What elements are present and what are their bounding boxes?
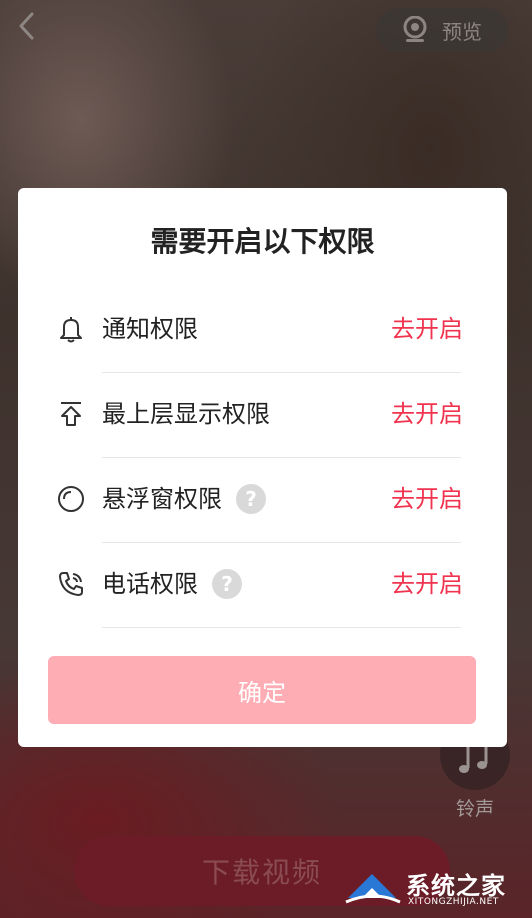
help-icon[interactable]: ? — [212, 569, 242, 599]
chevron-left-icon — [19, 12, 34, 40]
confirm-button[interactable]: 确定 — [48, 656, 476, 724]
watermark-subtext: XITONGZHIJIA.NET — [408, 897, 499, 907]
permission-dialog: 需要开启以下权限 通知权限 去开启 最上层显示权限 去开启 悬浮窗权限 ? 去开… — [18, 188, 507, 747]
permission-label-text: 最上层显示权限 — [102, 400, 270, 428]
permission-label-text: 悬浮窗权限 — [102, 485, 222, 513]
permission-label-text: 电话权限 — [102, 570, 198, 598]
watermark: 系统之家 XITONGZHIJIA.NET — [344, 864, 524, 914]
back-button[interactable] — [10, 8, 42, 44]
permission-row-phone[interactable]: 电话权限? 去开启 — [18, 543, 507, 628]
bell-icon — [60, 317, 82, 343]
overlay-arrow-icon — [61, 402, 81, 426]
preview-label: 预览 — [442, 19, 482, 44]
permission-label: 通知权限 — [102, 314, 198, 344]
floating-circle-icon — [58, 486, 84, 512]
preview-button[interactable]: 预览 — [376, 8, 508, 52]
permission-row-notification[interactable]: 通知权限 去开启 — [18, 288, 507, 373]
enable-phone-link[interactable]: 去开启 — [391, 569, 463, 599]
permission-label: 电话权限? — [102, 569, 242, 599]
permission-label-text: 通知权限 — [102, 315, 198, 343]
watermark-logo-icon — [345, 874, 401, 904]
enable-overlay-link[interactable]: 去开启 — [391, 399, 463, 429]
help-icon[interactable]: ? — [236, 484, 266, 514]
permission-label: 最上层显示权限 — [102, 399, 270, 429]
permission-row-overlay[interactable]: 最上层显示权限 去开启 — [18, 373, 507, 458]
dialog-title: 需要开启以下权限 — [150, 225, 375, 258]
enable-notification-link[interactable]: 去开启 — [391, 314, 463, 344]
camera-icon — [403, 16, 427, 42]
enable-floating-window-link[interactable]: 去开启 — [391, 484, 463, 514]
permission-row-floating-window[interactable]: 悬浮窗权限? 去开启 — [18, 458, 507, 543]
row-divider — [102, 627, 461, 628]
ringtone-label: 铃声 — [455, 798, 494, 820]
phone-icon — [59, 572, 83, 596]
watermark-text: 系统之家 — [406, 872, 506, 900]
permission-label: 悬浮窗权限? — [102, 484, 266, 514]
